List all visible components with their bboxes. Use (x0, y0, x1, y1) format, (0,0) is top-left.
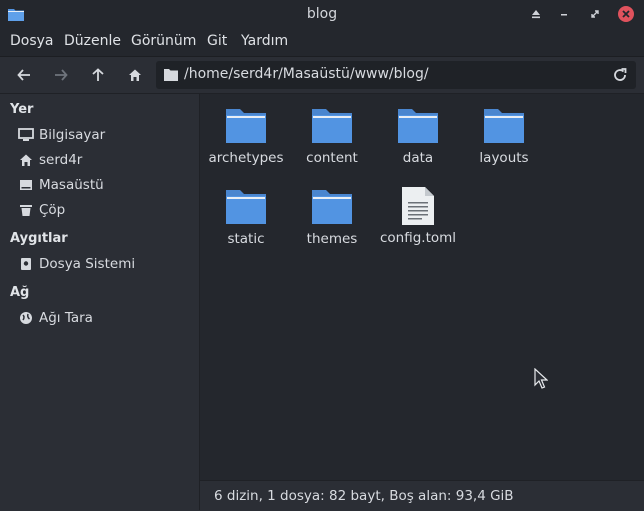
section-devices: Aygıtlar (10, 231, 68, 246)
status-text: 6 dizin, 1 dosya: 82 bayt, Boş alan: 93,… (214, 488, 514, 504)
folder-item[interactable]: data (375, 108, 461, 166)
folder-item[interactable]: content (289, 108, 375, 166)
title-bar[interactable]: blog (0, 0, 644, 29)
reload-icon[interactable] (612, 67, 628, 83)
sidebar: Yer Bilgisayar serd4r Masaüstü Çöp Aygıt… (0, 94, 200, 510)
sidebar-item-desktop[interactable]: Masaüstü (18, 175, 104, 195)
file-name: archetypes (208, 150, 284, 166)
sidebar-item-label: Bilgisayar (39, 127, 106, 143)
file-item[interactable]: config.toml (375, 186, 461, 246)
up-button[interactable] (86, 64, 110, 86)
toolbar: /home/serd4r/Masaüstü/www/blog/ (0, 57, 644, 94)
maximize-button[interactable] (586, 5, 604, 23)
menu-view[interactable]: Görünüm (131, 33, 196, 49)
maximize-icon (591, 10, 599, 18)
forward-button[interactable] (49, 64, 73, 86)
sidebar-item-browse-network[interactable]: Ağı Tara (18, 308, 93, 328)
folder-icon (484, 109, 524, 143)
folder-icon (312, 109, 352, 143)
status-bar: 6 dizin, 1 dosya: 82 bayt, Boş alan: 93,… (200, 480, 644, 511)
file-manager-window: blog Dosya Düzenle Görünüm Git Yardım /h… (0, 0, 644, 511)
file-name: themes (306, 231, 358, 247)
sidebar-item-filesystem[interactable]: Dosya Sistemi (18, 254, 135, 274)
sidebar-item-computer[interactable]: Bilgisayar (18, 125, 105, 145)
location-bar[interactable]: /home/serd4r/Masaüstü/www/blog/ (156, 61, 636, 89)
text-file-icon (402, 187, 434, 225)
sidebar-item-label: Masaüstü (39, 177, 104, 193)
menu-help[interactable]: Yardım (241, 33, 288, 49)
sidebar-item-trash[interactable]: Çöp (18, 200, 65, 220)
window-title: blog (306, 6, 338, 22)
folder-item[interactable]: themes (289, 189, 375, 247)
minimize-button[interactable] (555, 5, 573, 23)
home-button[interactable] (123, 64, 147, 86)
folder-item[interactable]: layouts (461, 108, 547, 166)
desktop-icon (18, 177, 34, 193)
menu-bar: Dosya Düzenle Görünüm Git Yardım (0, 29, 644, 57)
sidebar-item-label: Dosya Sistemi (39, 256, 136, 272)
trash-icon (18, 202, 34, 218)
arrow-left-icon (17, 69, 30, 81)
file-name: layouts (479, 150, 529, 166)
eject-icon (532, 10, 540, 19)
drive-icon (18, 256, 34, 272)
home-icon (129, 69, 141, 81)
monitor-icon (18, 127, 34, 143)
network-icon (18, 310, 34, 326)
folder-item[interactable]: static (203, 189, 289, 247)
folder-icon (226, 109, 266, 143)
sidebar-item-label: serd4r (39, 152, 83, 168)
shade-button[interactable] (527, 5, 545, 23)
back-button[interactable] (12, 64, 36, 86)
arrow-up-icon (92, 68, 104, 81)
folder-icon (312, 190, 352, 224)
file-name: content (306, 150, 358, 166)
menu-file[interactable]: Dosya (10, 33, 54, 49)
section-places: Yer (10, 102, 34, 117)
close-icon (622, 10, 630, 18)
menu-edit[interactable]: Düzenle (64, 33, 121, 49)
minimize-icon (561, 14, 567, 16)
sidebar-item-label: Ağı Tara (39, 310, 93, 326)
folder-icon (164, 69, 178, 81)
folder-item[interactable]: archetypes (203, 108, 289, 166)
section-network: Ağ (10, 285, 30, 300)
menu-go[interactable]: Git (207, 33, 227, 49)
file-name: data (402, 150, 434, 166)
folder-icon (226, 190, 266, 224)
mouse-pointer-icon (534, 368, 548, 389)
folder-icon (398, 109, 438, 143)
file-name: static (227, 231, 265, 247)
arrow-right-icon (55, 69, 68, 81)
close-button[interactable] (618, 6, 634, 22)
home-icon (18, 152, 34, 168)
sidebar-item-label: Çöp (39, 202, 66, 218)
location-path[interactable]: /home/serd4r/Masaüstü/www/blog/ (184, 66, 429, 82)
file-name: config.toml (379, 230, 457, 246)
file-view[interactable]: archetypes content data layouts static t… (200, 94, 644, 480)
sidebar-item-home[interactable]: serd4r (18, 150, 82, 170)
